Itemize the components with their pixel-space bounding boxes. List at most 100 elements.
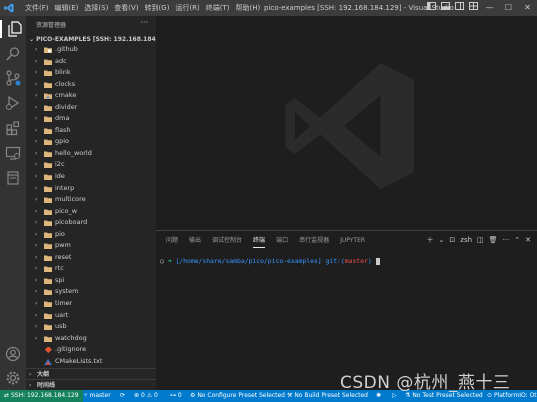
workspace-root[interactable]: ⌄ PICO-EXAMPLES [SSH: 192.168.184.129] [29,36,173,43]
file-tree-item[interactable]: › hello_world [26,148,156,160]
file-tree-item[interactable]: › cmake [26,90,156,102]
toggle-secondary-sidebar-icon[interactable] [452,0,466,16]
menu-help[interactable]: 帮助(H) [233,3,264,13]
close-icon[interactable]: ✕ [518,0,537,16]
folder-icon [44,255,52,261]
settings-gear-icon[interactable] [5,370,21,386]
file-tree-item[interactable]: › interp [26,183,156,195]
panel-tab[interactable]: 端口 [276,236,288,248]
sidebar-title: 资源管理器 [36,22,67,29]
extensions-icon[interactable] [5,120,21,136]
menu-view[interactable]: 查看(V) [111,3,141,13]
file-tree-item[interactable]: › blink [26,67,156,79]
file-tree-item[interactable]: CMakeLists.txt [26,356,156,368]
file-tree-item[interactable]: › uart [26,310,156,322]
panel-tab[interactable]: JUPYTER [340,236,365,248]
close-panel-icon[interactable]: ✕ [525,236,531,244]
platformio-icon: ⊙ [487,392,493,399]
chevron-right-icon: › [35,103,38,111]
maximize-panel-icon[interactable]: ⌃ [514,236,520,244]
menu-file[interactable]: 文件(F) [22,3,52,13]
remote-indicator[interactable]: ⇄ SSH: 192.168.184.129 [0,390,83,402]
file-tree-label: spi [55,275,65,284]
remote-label: SSH: 192.168.184.129 [10,392,79,399]
panel-tab[interactable]: 终端 [253,236,266,248]
editor-area[interactable] [156,16,537,230]
gear-icon: ⚙ [190,392,196,399]
file-tree-item[interactable]: .gitignore [26,344,156,356]
chevron-down-icon[interactable]: ⌄ [439,236,445,244]
terminal-output[interactable]: ○ ➜ [/home/share/samba/pico/pico-example… [160,257,380,265]
split-terminal-icon[interactable]: ◫ [477,236,484,244]
remote-explorer-icon[interactable] [5,145,21,161]
folder-icon [44,209,52,215]
chevron-right-icon: › [35,219,38,227]
maximize-icon[interactable]: ☐ [499,0,518,16]
file-tree-label: cmake [55,91,77,100]
folder-icon [44,301,52,308]
toggle-sidebar-icon[interactable] [424,0,438,16]
folder-icon [44,59,52,65]
toggle-panel-icon[interactable] [438,0,452,16]
shell-name[interactable]: zsh [460,236,472,244]
file-tree-item[interactable]: › divider [26,102,156,114]
file-tree-item[interactable]: › rtc [26,263,156,275]
panel-tab[interactable]: 问题 [166,236,178,248]
vscode-watermark-icon [285,63,414,189]
file-tree-item[interactable]: › usb [26,321,156,333]
file-tree-item[interactable]: › adc [26,56,156,68]
sync-icon[interactable]: ⟳ [120,390,125,402]
file-tree-item[interactable]: › multicore [26,194,156,206]
problems-status[interactable]: ⊗ 0 ⚠ 0 [134,390,158,402]
configure-preset[interactable]: ⚙ No Configure Preset Selected [190,390,285,402]
folder-icon [44,47,52,53]
file-tree-item[interactable]: › dma [26,113,156,125]
file-tree-item[interactable]: › spi [26,275,156,287]
file-tree-item[interactable]: › reset [26,252,156,264]
chevron-right-icon: › [35,92,38,100]
file-tree-item[interactable]: › flash [26,125,156,137]
account-icon[interactable] [5,346,21,362]
panel-tab[interactable]: 调试控制台 [212,236,242,248]
menu-go[interactable]: 转到(G) [142,3,173,13]
file-tree-item[interactable]: › .github [26,44,156,56]
menu-selection[interactable]: 选择(S) [81,3,111,13]
file-tree-item[interactable]: › watchdog [26,333,156,345]
customize-layout-icon[interactable] [466,0,480,16]
build-icon: ⚒ [287,392,293,399]
file-tree-item[interactable]: › pio [26,229,156,241]
search-icon[interactable] [5,46,21,62]
platformio-label: PlatformIO: Ot [493,392,537,399]
menu-terminal[interactable]: 终端(T) [203,3,233,13]
menu-edit[interactable]: 编辑(E) [52,3,82,13]
trash-icon[interactable]: 🗑 [489,236,498,244]
file-tree-item[interactable]: › i2c [26,159,156,171]
minimize-icon[interactable]: — [480,0,499,16]
more-actions-icon[interactable]: ··· [503,236,510,244]
menu-run[interactable]: 运行(R) [172,3,202,13]
chevron-right-icon: › [35,323,38,331]
file-tree-item[interactable]: › clocks [26,79,156,91]
file-tree-item[interactable]: › timer [26,298,156,310]
ports-status[interactable]: ⊶ 0 [170,390,182,402]
folder-icon [44,162,52,169]
branch-status[interactable]: ⑂ master [84,390,111,402]
file-tree-item[interactable]: › system [26,286,156,298]
explorer-activity[interactable] [0,20,28,38]
more-actions-icon[interactable]: ··· [140,18,148,27]
new-terminal-icon[interactable]: ＋ [427,235,434,245]
chevron-right-icon: › [35,242,38,250]
file-tree-item[interactable]: › ide [26,171,156,183]
source-control-icon[interactable] [5,70,21,86]
chevron-right-icon: › [35,69,38,77]
panel-tab[interactable]: 输出 [189,236,201,248]
panel-tab[interactable]: 串行监视器 [299,236,329,248]
testing-icon[interactable] [5,170,21,186]
folder-icon [44,336,52,342]
file-tree-item[interactable]: › picoboard [26,217,156,229]
file-tree-item[interactable]: › pico_w [26,206,156,218]
file-tree-item[interactable]: › pwm [26,240,156,252]
folder-icon [44,278,52,284]
run-debug-icon[interactable] [5,95,21,111]
file-tree-item[interactable]: › gpio [26,136,156,148]
